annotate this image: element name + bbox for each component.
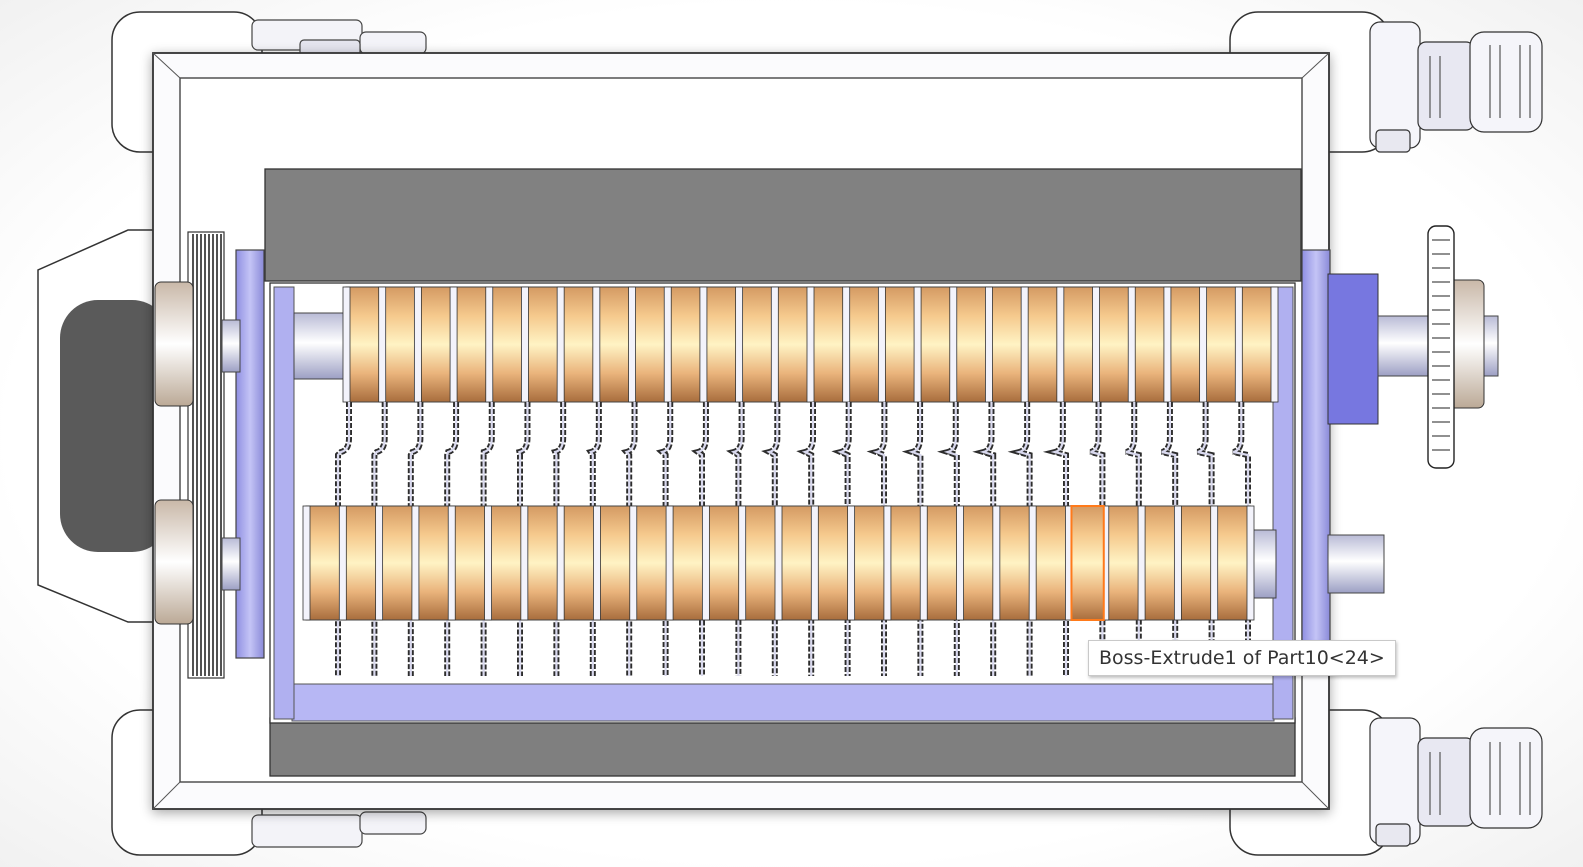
upper-roller[interactable] [342,286,1279,403]
upper-spacer-ring [913,286,922,403]
upper-spacer-ring [663,286,672,403]
lower-spacer-ring [556,505,565,621]
upper-spacer-ring [1199,286,1208,403]
right-drive-bearing [1327,273,1379,425]
upper-spacer-ring [1234,286,1243,403]
upper-spacer-ring [592,286,601,403]
lower-guard-plate [269,717,1296,777]
shredder-assembly[interactable] [0,0,1583,867]
lower-spacer-ring [520,505,529,621]
lower-spacer-ring [665,505,674,621]
upper-spacer-ring [1270,286,1279,403]
lower-shaft-extension [1327,534,1385,594]
upper-spacer-ring [1163,286,1172,403]
upper-spacer-ring [806,286,815,403]
lower-spacer-ring [810,505,819,621]
lower-spacer-ring [1173,505,1182,621]
upper-spacer-ring [342,286,351,403]
upper-shaft-left [293,312,347,380]
left-bearing-housing [235,249,265,659]
highlighted-blade-24[interactable] [1070,505,1105,621]
chamber-bottom-plate [291,683,1275,722]
upper-spacer-ring [1092,286,1100,403]
upper-spacer-ring [628,286,636,403]
top-right-caster [1369,21,1543,153]
upper-spacer-ring [378,286,387,403]
lower-spacer-ring [629,505,638,621]
upper-spacer-ring [413,286,422,403]
lower-spacer-ring [774,505,783,621]
cad-viewport[interactable]: Boss-Extrude1 of Part10<24> [0,0,1583,867]
upper-spacer-ring [1056,286,1065,403]
upper-guard-plate [264,168,1302,282]
lower-spacer-ring [919,505,928,621]
lower-spacer-ring [1137,505,1146,621]
bottom-left-caster [251,811,427,848]
lower-spacer-ring [1210,505,1219,621]
upper-spacer-ring [949,286,958,403]
lower-spacer-ring [447,505,456,621]
lower-spacer-ring [883,505,892,621]
lower-spacer-ring [956,505,964,621]
lower-spacer-ring [338,505,347,621]
lower-spacer-ring [992,505,1001,621]
lower-spacer-ring [411,505,420,621]
upper-spacer-ring [449,286,458,403]
upper-spacer-ring [735,286,744,403]
left-handle [37,229,170,623]
left-side-plate [273,286,295,720]
right-bearing-housing [1301,249,1331,659]
upper-spacer-ring [485,286,494,403]
lower-roller[interactable] [302,505,1255,621]
upper-spacer-ring [1127,286,1136,403]
lower-spacer-ring [302,505,311,621]
upper-spacer-ring [770,286,779,403]
upper-spacer-ring [842,286,851,403]
top-left-caster [251,19,427,57]
drive-sprocket [1427,225,1485,469]
upper-spacer-ring [877,286,886,403]
upper-spacer-ring [521,286,529,403]
lower-spacer-ring [701,505,710,621]
lower-spacer-ring [847,505,856,621]
lower-spacer-ring [593,505,601,621]
lower-spacer-ring [375,505,384,621]
upper-spacer-ring [556,286,565,403]
lower-spacer-ring [1246,505,1255,621]
upper-spacer-ring [1020,286,1029,403]
upper-spacer-ring [985,286,993,403]
component-tooltip: Boss-Extrude1 of Part10<24> [1088,640,1396,676]
bottom-right-caster [1369,717,1543,847]
lower-spacer-ring [738,505,747,621]
lower-spacer-ring [1028,505,1037,621]
lower-spacer-ring [484,505,492,621]
upper-spacer-ring [699,286,708,403]
